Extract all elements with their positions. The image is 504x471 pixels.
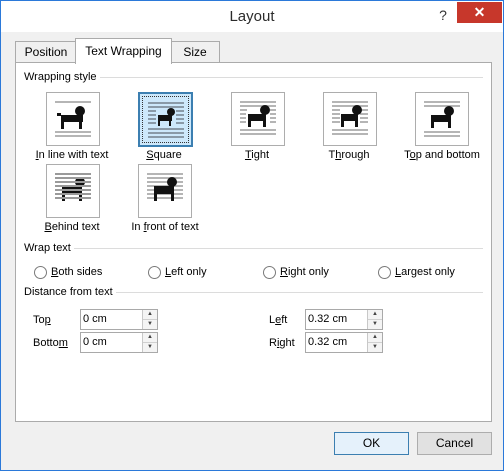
wrap-text-heading: Wrap text xyxy=(24,242,74,254)
cancel-button[interactable]: Cancel xyxy=(417,432,492,455)
wrap-option-inline[interactable] xyxy=(46,92,100,146)
wrap-label-front: In front of text xyxy=(131,221,199,233)
spinner-buttons: ▲ ▼ xyxy=(142,310,157,329)
label-right: Right xyxy=(269,337,295,349)
right-spinner[interactable]: ▲ ▼ xyxy=(305,332,383,353)
left-input[interactable] xyxy=(308,311,362,326)
top-bottom-wrap-icon xyxy=(424,101,460,137)
wrapping-style-heading: Wrapping style xyxy=(24,71,100,83)
spin-down-icon[interactable]: ▼ xyxy=(368,320,382,329)
spin-up-icon[interactable]: ▲ xyxy=(368,333,382,343)
wrap-label-top-bottom: Top and bottom xyxy=(404,149,480,161)
tab-text-wrapping[interactable]: Text Wrapping xyxy=(75,38,172,64)
wrap-option-front[interactable] xyxy=(138,164,192,218)
wrap-label-through: Through xyxy=(328,149,370,161)
text-wrapping-panel: Wrapping style In line with text Square … xyxy=(15,62,492,422)
dialog-body: Position Text Wrapping Size Wrapping sty… xyxy=(1,32,503,470)
wrap-option-square[interactable] xyxy=(138,92,193,147)
label-top: Top xyxy=(33,314,51,326)
label-left: Left xyxy=(269,314,288,326)
spin-up-icon[interactable]: ▲ xyxy=(143,310,157,320)
wrap-option-top-bottom[interactable] xyxy=(415,92,469,146)
tab-position[interactable]: Position xyxy=(15,41,77,63)
distance-heading: Distance from text xyxy=(24,286,116,298)
wrap-label-inline: In line with text xyxy=(35,149,109,161)
top-input[interactable] xyxy=(83,311,137,326)
label-bottom: Bottom xyxy=(33,337,68,349)
layout-dialog: Layout ? ✕ Position Text Wrapping Size W… xyxy=(0,0,504,471)
label-largest-only: Largest only xyxy=(395,266,455,278)
through-wrap-icon xyxy=(332,101,368,135)
dialog-title: Layout xyxy=(229,8,275,25)
spin-up-icon[interactable]: ▲ xyxy=(368,310,382,320)
left-spinner[interactable]: ▲ ▼ xyxy=(305,309,383,330)
help-button[interactable]: ? xyxy=(431,4,455,26)
close-button[interactable]: ✕ xyxy=(457,2,502,23)
spinner-buttons: ▲ ▼ xyxy=(142,333,157,352)
tight-wrap-icon xyxy=(240,101,276,135)
tab-size[interactable]: Size xyxy=(170,41,220,63)
section-separator xyxy=(24,248,483,249)
spin-down-icon[interactable]: ▼ xyxy=(143,320,157,329)
wrap-label-square: Square xyxy=(146,149,182,161)
behind-text-icon xyxy=(55,173,91,201)
label-both-sides: Both sides xyxy=(51,266,103,278)
right-input[interactable] xyxy=(308,334,362,349)
wrap-option-through[interactable] xyxy=(323,92,377,146)
spinner-buttons: ▲ ▼ xyxy=(367,310,382,329)
title-bar[interactable]: Layout ? ✕ xyxy=(1,1,503,32)
spin-down-icon[interactable]: ▼ xyxy=(368,343,382,352)
ok-button[interactable]: OK xyxy=(334,432,409,455)
radio-both-sides[interactable] xyxy=(34,266,47,279)
spin-down-icon[interactable]: ▼ xyxy=(143,343,157,352)
wrap-label-tight: Tight xyxy=(244,149,270,161)
spinner-buttons: ▲ ▼ xyxy=(367,333,382,352)
wrap-option-behind[interactable] xyxy=(46,164,100,218)
radio-left-only[interactable] xyxy=(148,266,161,279)
square-wrap-icon xyxy=(148,102,184,138)
radio-right-only[interactable] xyxy=(263,266,276,279)
spin-up-icon[interactable]: ▲ xyxy=(143,333,157,343)
in-front-of-text-icon xyxy=(147,173,183,201)
inline-with-text-icon xyxy=(55,101,91,137)
close-icon: ✕ xyxy=(473,4,486,20)
wrap-label-behind: Behind text xyxy=(44,221,100,233)
bottom-input[interactable] xyxy=(83,334,137,349)
radio-largest-only[interactable] xyxy=(378,266,391,279)
bottom-spinner[interactable]: ▲ ▼ xyxy=(80,332,158,353)
top-spinner[interactable]: ▲ ▼ xyxy=(80,309,158,330)
label-right-only: Right only xyxy=(280,266,329,278)
label-left-only: Left only xyxy=(165,266,207,278)
wrap-option-tight[interactable] xyxy=(231,92,285,146)
